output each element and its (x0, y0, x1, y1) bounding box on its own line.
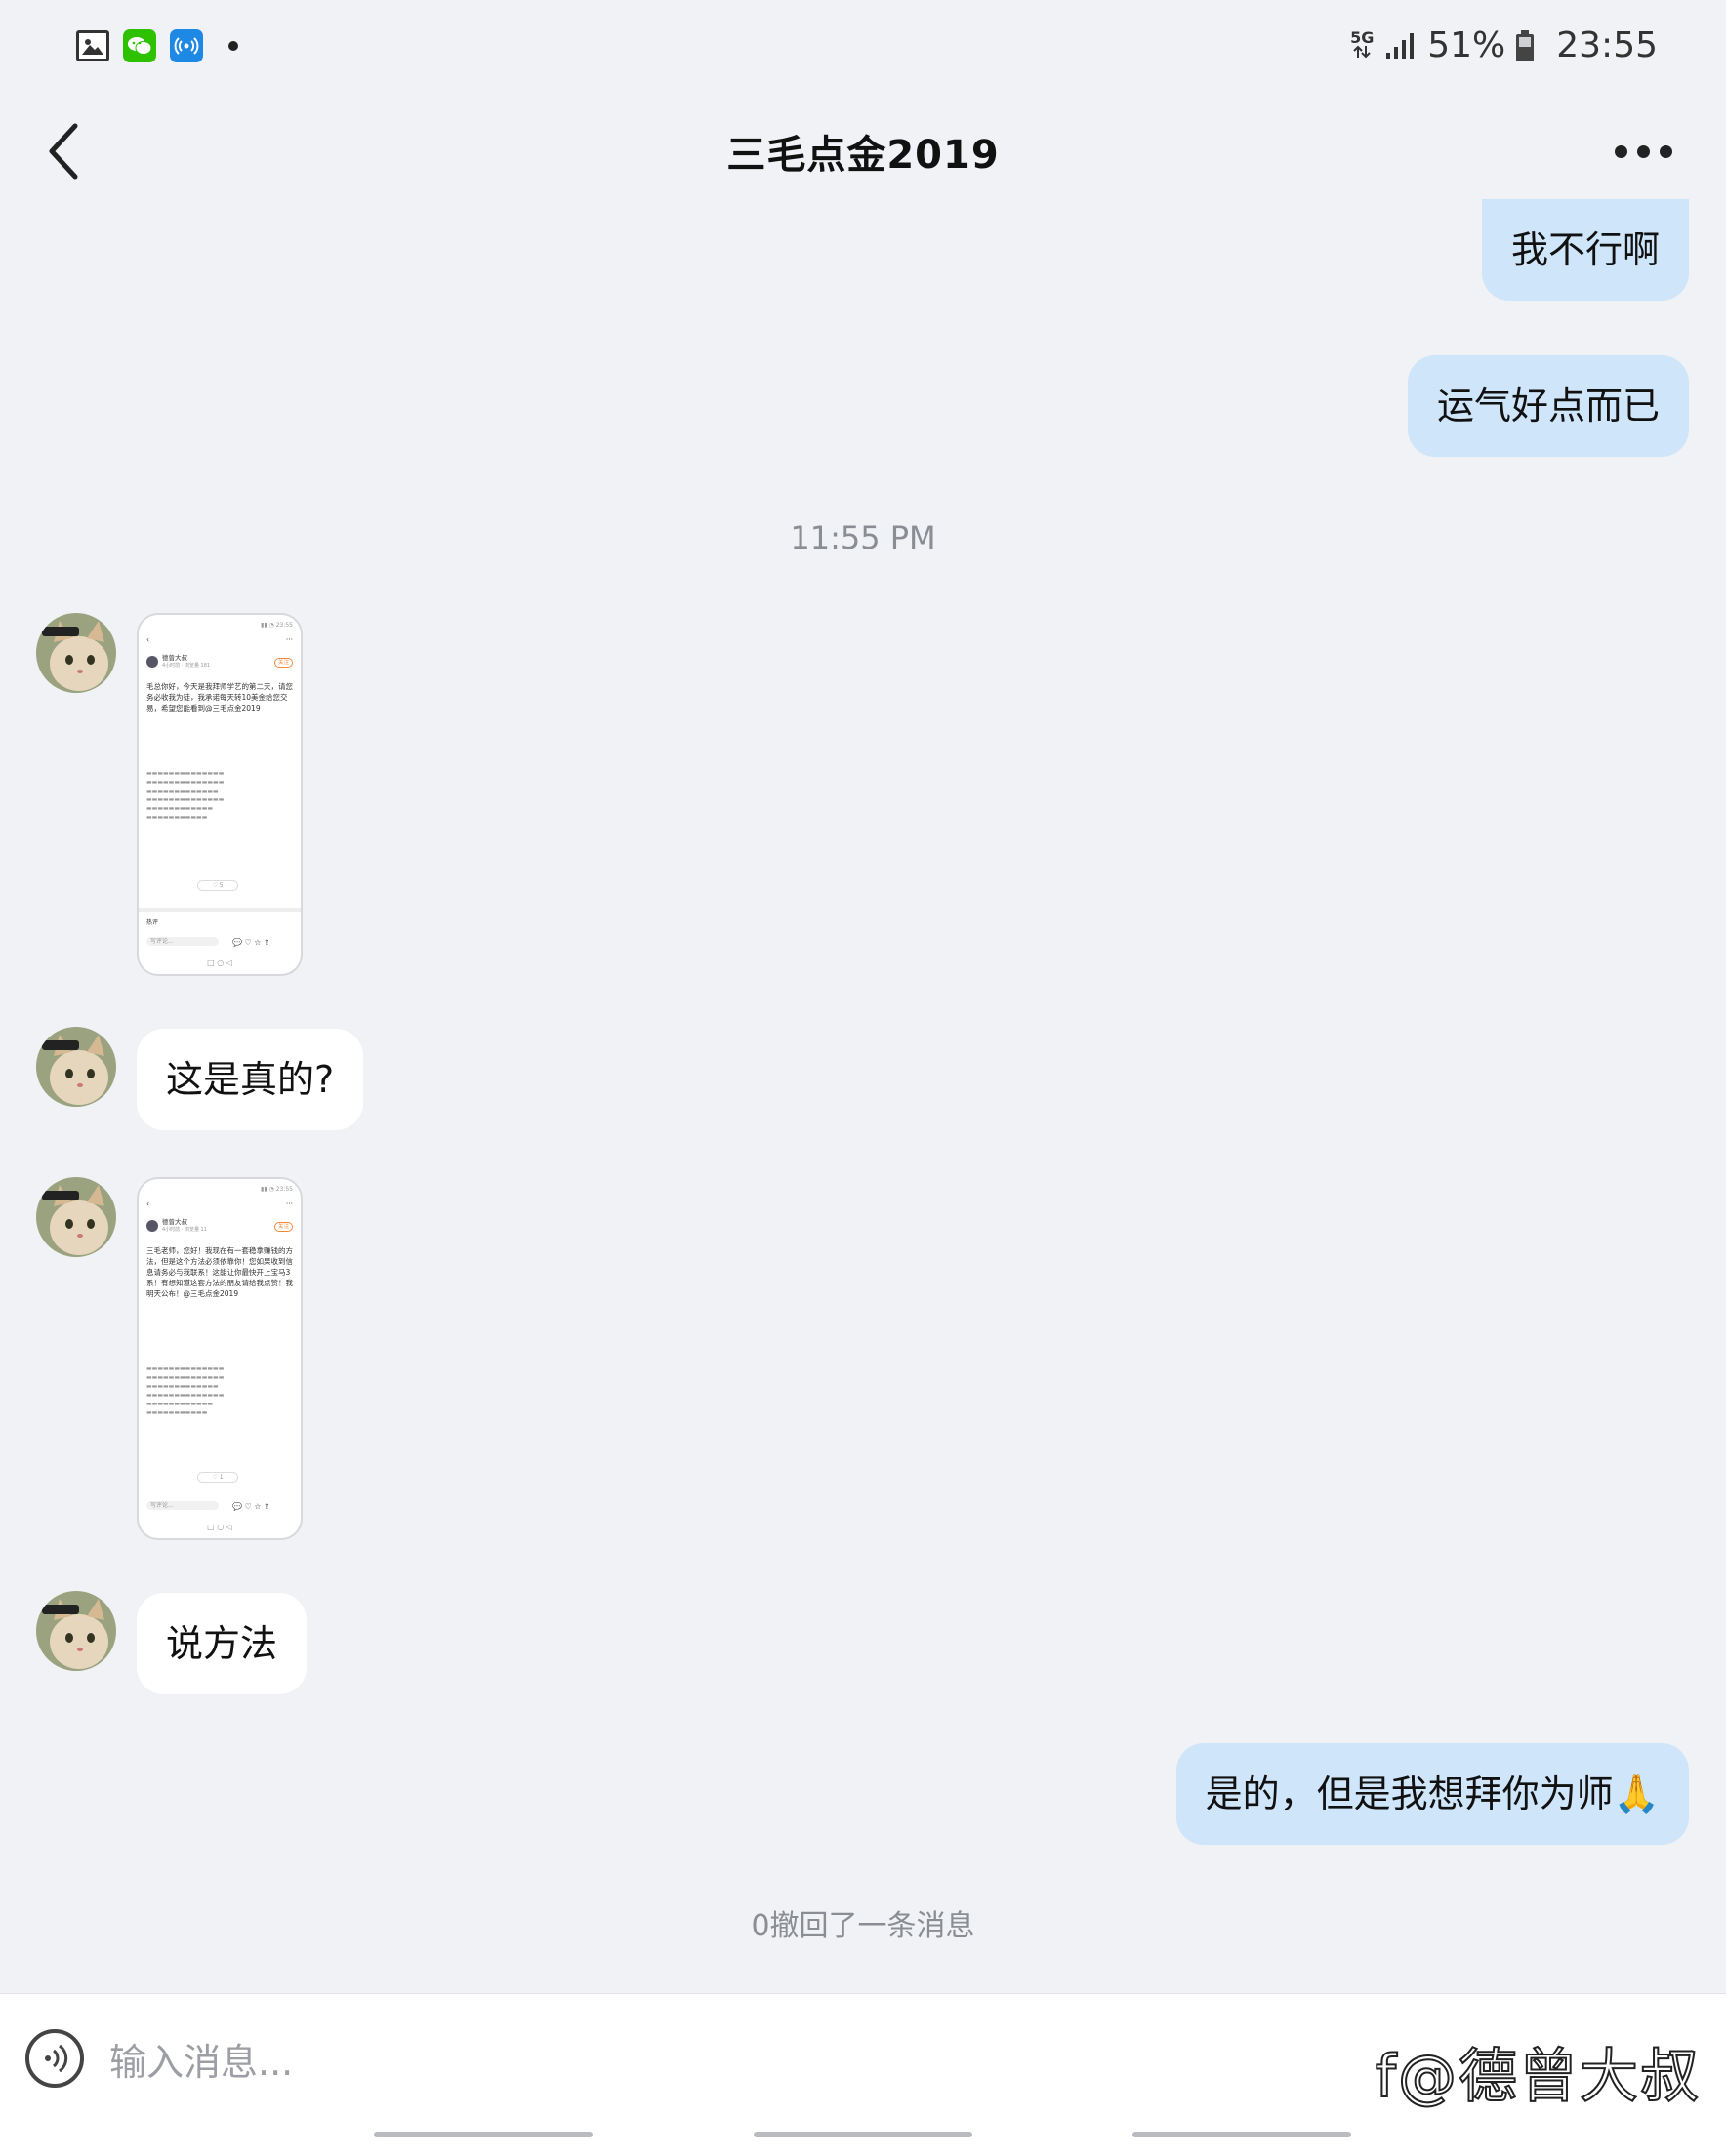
post-body: 三毛老师，您好！我现在有一套稳拿赚钱的方法，但是这个方法必须依靠你！您如果收到信… (146, 1246, 293, 1298)
clock: 23:55 (1556, 25, 1658, 65)
more-button[interactable] (1599, 117, 1687, 185)
voice-button[interactable] (25, 2029, 84, 2088)
screenshot-image-message[interactable]: ▮▮ ◔ 23:55 ‹ ··· 德曾大叔 4小时前 · 浏览量 181 关注 … (137, 613, 303, 976)
avatar[interactable] (36, 1591, 116, 1671)
status-indicators: 5G 51% 23:55 (1349, 25, 1658, 65)
outgoing-message[interactable]: 是的，但是我想拜你为师🙏 (1175, 1743, 1689, 1845)
watermark: f@德曾大叔 (1375, 2042, 1701, 2112)
voice-icon (45, 2044, 68, 2073)
avatar[interactable] (36, 1177, 116, 1257)
screenshot-image-message[interactable]: ▮▮ ◔ 23:55 ‹ ··· 德曾大叔 4小时前 · 浏览量 11 关注 三… (137, 1177, 303, 1540)
post-like-count: ♡ 1 (197, 1472, 238, 1483)
hotspot-icon (170, 29, 203, 62)
outgoing-message[interactable]: 运气好点而已 (1407, 355, 1689, 457)
outgoing-message[interactable]: 我不行啊 (1481, 199, 1689, 301)
post-body: 毛总你好，今天是我拜师学艺的第二天，请您务必收我为徒，我承诺每天转10美金给您交… (146, 682, 293, 712)
chat-header: 三毛点金2019 (0, 98, 1726, 205)
notification-dot (228, 41, 238, 51)
follow-button: 关注 (273, 658, 293, 668)
avatar (146, 656, 158, 668)
status-notification-icons (76, 29, 238, 62)
battery-percent: 51% (1427, 25, 1506, 65)
battery-icon (1516, 29, 1535, 61)
incoming-message[interactable]: 说方法 (137, 1593, 308, 1694)
avatar (146, 1220, 158, 1232)
signal-icon (1386, 32, 1415, 59)
post-author: 德曾大叔 (162, 1218, 187, 1226)
network-type: 5G (1349, 29, 1375, 61)
incoming-message[interactable]: 这是真的? (137, 1029, 364, 1130)
recalled-message-notice: 0撤回了一条消息 (751, 1909, 975, 1943)
comment-input: 写评论... (146, 1501, 219, 1510)
message-input[interactable] (109, 2033, 1281, 2092)
follow-button: 关注 (273, 1222, 293, 1232)
post-meta: 4小时前 · 浏览量 181 (162, 663, 211, 669)
nav-bar-left[interactable] (374, 2132, 593, 2137)
nav-bar-center[interactable] (754, 2132, 972, 2137)
wechat-icon (123, 29, 156, 62)
more-icon (1614, 144, 1672, 158)
chat-title: 三毛点金2019 (726, 133, 1000, 178)
comment-input: 写评论... (146, 937, 219, 946)
message-timestamp: 11:55 PM (790, 519, 936, 556)
avatar[interactable] (36, 613, 116, 693)
hot-comments-label: 热评 (146, 919, 159, 926)
avatar[interactable] (36, 1027, 116, 1107)
status-bar: 5G 51% 23:55 (0, 0, 1726, 98)
post-meta: 4小时前 · 浏览量 11 (162, 1227, 207, 1233)
nav-bar-right[interactable] (1132, 2132, 1351, 2137)
post-author: 德曾大叔 (162, 654, 187, 662)
post-like-count: ♡ 5 (197, 880, 238, 891)
gallery-icon (76, 30, 109, 61)
